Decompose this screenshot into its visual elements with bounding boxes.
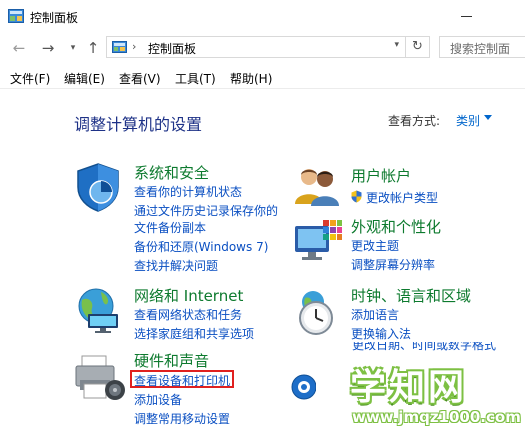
back-button[interactable]: ←: [9, 37, 29, 59]
link-network-status[interactable]: 查看网络状态和任务: [134, 306, 242, 323]
link-backup-restore[interactable]: 备份和还原(Windows 7): [134, 238, 268, 255]
menu-tools[interactable]: 工具(T): [175, 70, 216, 87]
category-user-accounts[interactable]: 用户帐户: [351, 165, 411, 186]
link-date-time-format[interactable]: 更改日期、时间或数字格式: [352, 342, 502, 352]
view-by-dropdown[interactable]: 类别: [456, 112, 480, 129]
category-network-internet[interactable]: 网络和 Internet: [134, 285, 243, 306]
view-by-label: 查看方式:: [388, 114, 441, 128]
search-input[interactable]: 搜索控制面: [439, 36, 525, 58]
link-file-history[interactable]: 通过文件历史记录保存你的: [134, 202, 278, 219]
search-placeholder: 搜索控制面: [450, 42, 511, 56]
breadcrumb-separator: ›: [132, 40, 137, 53]
hardware-sound-printer-icon[interactable]: [72, 354, 126, 404]
link-change-input-method[interactable]: 更换输入法: [351, 325, 411, 342]
ease-of-access-icon[interactable]: [290, 372, 316, 402]
menu-edit[interactable]: 编辑(E): [64, 70, 105, 87]
view-by-arrow-icon[interactable]: [484, 115, 492, 120]
control-panel-icon: [112, 41, 127, 53]
link-screen-resolution[interactable]: 调整屏幕分辨率: [351, 256, 435, 273]
control-panel-icon: [8, 9, 24, 23]
breadcrumb-control-panel[interactable]: 控制面板: [148, 40, 196, 57]
navigation-bar: ← → ▾ ↑ › 控制面板 ▾ ↻ 搜索控制面: [0, 33, 525, 63]
clipped-link-wrapper: 更改日期、时间或数字格式: [352, 342, 502, 352]
user-accounts-icon[interactable]: [293, 164, 341, 206]
watermark-url: www.jmqz1000.com: [352, 408, 521, 426]
title-bar: 控制面板: [0, 0, 525, 33]
network-internet-icon[interactable]: [74, 286, 124, 334]
clock-language-region-icon[interactable]: [291, 288, 339, 336]
link-change-theme[interactable]: 更改主题: [351, 237, 399, 254]
link-add-language[interactable]: 添加语言: [351, 306, 399, 323]
appearance-personalization-icon[interactable]: [293, 218, 343, 264]
link-homegroup-sharing[interactable]: 选择家庭组和共享选项: [134, 325, 254, 342]
link-troubleshoot[interactable]: 查找并解决问题: [134, 257, 218, 274]
watermark-text: 学知网: [350, 367, 468, 408]
menu-file[interactable]: 文件(F): [10, 70, 50, 87]
address-bar[interactable]: › 控制面板 ▾: [106, 36, 406, 58]
address-dropdown-icon[interactable]: ▾: [394, 40, 399, 50]
uac-shield-icon: [351, 190, 362, 203]
forward-button[interactable]: →: [38, 37, 58, 59]
link-view-computer-status[interactable]: 查看你的计算机状态: [134, 183, 242, 200]
window-title: 控制面板: [30, 11, 79, 25]
link-file-backup-copy[interactable]: 文件备份副本: [134, 219, 206, 236]
refresh-button[interactable]: ↻: [406, 36, 430, 58]
link-add-device[interactable]: 添加设备: [134, 391, 182, 408]
page-title: 调整计算机的设置: [74, 115, 203, 134]
link-devices-printers[interactable]: 查看设备和打印机: [134, 372, 230, 389]
category-clock-region[interactable]: 时钟、语言和区域: [351, 285, 471, 306]
link-change-account-type[interactable]: 更改帐户类型: [366, 189, 438, 206]
menu-help[interactable]: 帮助(H): [230, 70, 272, 87]
category-system-security[interactable]: 系统和安全: [134, 162, 209, 183]
link-mobility-settings[interactable]: 调整常用移动设置: [134, 410, 230, 427]
category-hardware-sound[interactable]: 硬件和声音: [134, 350, 209, 371]
menu-view[interactable]: 查看(V): [119, 70, 161, 87]
category-appearance[interactable]: 外观和个性化: [351, 216, 441, 237]
minimize-button[interactable]: [452, 6, 482, 26]
recent-locations-dropdown[interactable]: ▾: [63, 37, 83, 59]
up-button[interactable]: ↑: [83, 37, 103, 59]
security-shield-icon[interactable]: [74, 162, 122, 212]
menu-bar: 文件(F) 编辑(E) 查看(V) 工具(T) 帮助(H): [0, 66, 525, 89]
